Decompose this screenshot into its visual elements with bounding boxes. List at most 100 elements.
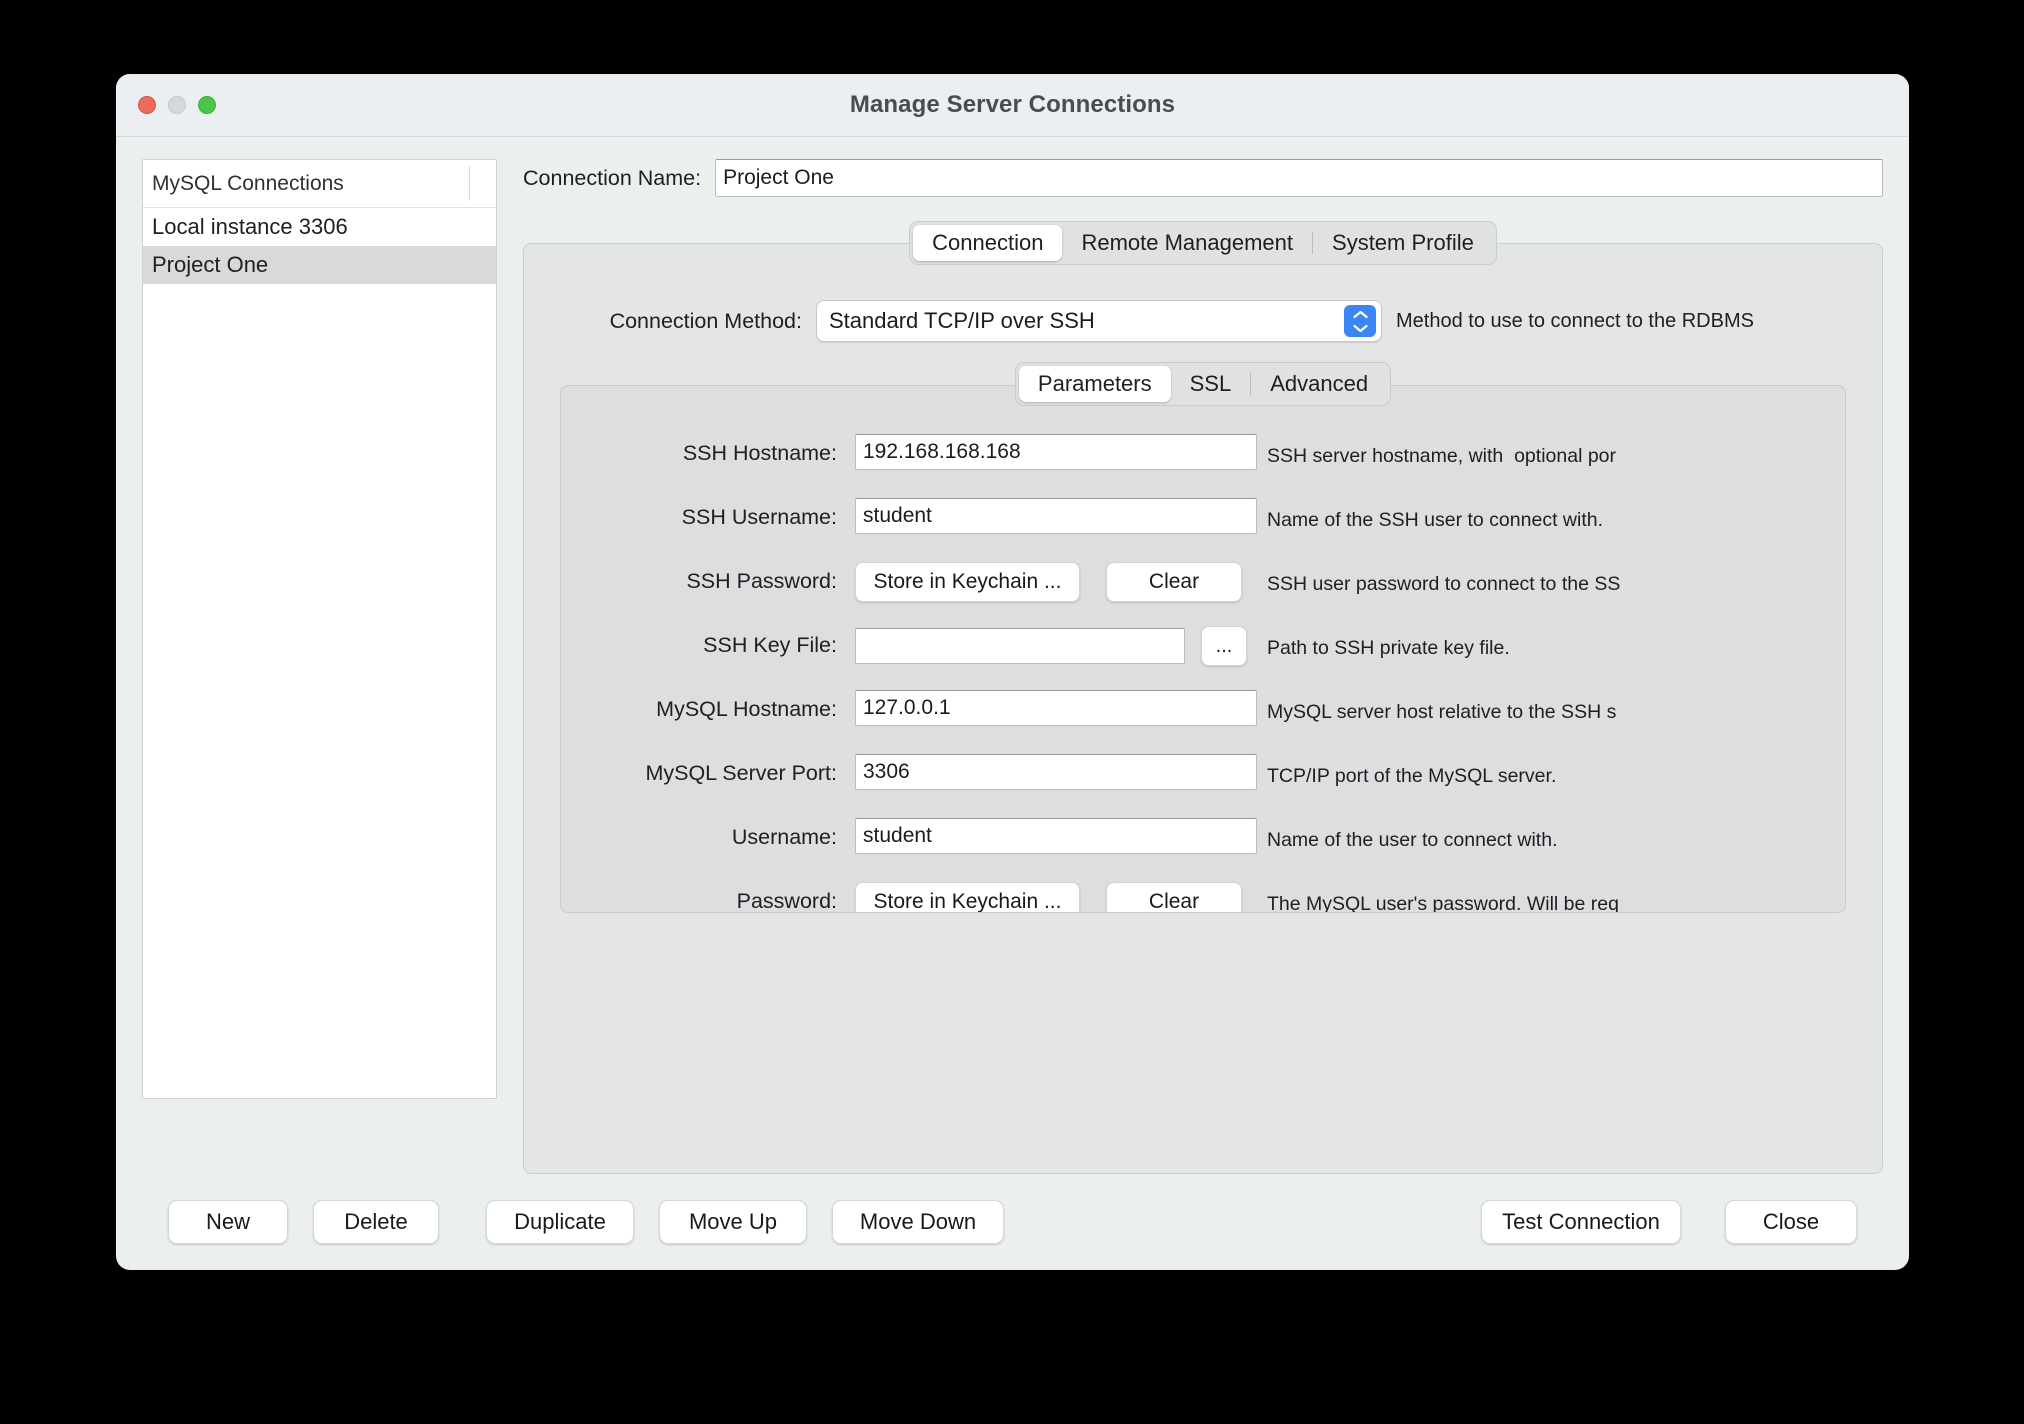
- chevron-updown-icon[interactable]: [1344, 305, 1376, 337]
- parameters-panel: SSH Hostname: 192.168.168.168 SSH server…: [560, 385, 1846, 913]
- connection-panel: Connection Method: Standard TCP/IP over …: [523, 243, 1883, 1174]
- minimize-window-icon[interactable]: [168, 96, 186, 114]
- inner-tabgroup: Parameters SSL Advanced: [1015, 362, 1391, 406]
- connection-name-input[interactable]: Project One: [715, 159, 1883, 197]
- spacer: [561, 868, 1845, 882]
- sidebar-column-divider[interactable]: [469, 166, 470, 201]
- username-field-area: student: [837, 818, 1257, 854]
- tab-remote-management[interactable]: Remote Management: [1062, 225, 1312, 261]
- test-connection-button[interactable]: Test Connection: [1481, 1200, 1681, 1244]
- connections-sidebar: MySQL Connections Local instance 3306 Pr…: [142, 159, 497, 1099]
- tab-system-profile[interactable]: System Profile: [1313, 225, 1493, 261]
- mysql-server-port-input[interactable]: 3306: [855, 754, 1257, 790]
- connection-editor: Connection Name: Project One Connection …: [523, 159, 1883, 1174]
- row-ssh-password: SSH Password: Store in Keychain ... Clea…: [561, 562, 1845, 612]
- footer-right-group: Test Connection Close: [1481, 1200, 1857, 1244]
- mysql-hostname-help: MySQL server host relative to the SSH s: [1257, 690, 1845, 725]
- sidebar-item-label: Local instance 3306: [152, 214, 348, 240]
- connection-name-row: Connection Name: Project One: [523, 159, 1883, 197]
- inner-tabstrip: Parameters SSL Advanced: [524, 362, 1882, 406]
- zoom-window-icon[interactable]: [198, 96, 216, 114]
- ssh-key-file-label: SSH Key File:: [585, 626, 837, 658]
- tab-ssl[interactable]: SSL: [1171, 366, 1251, 402]
- move-up-button[interactable]: Move Up: [659, 1200, 807, 1244]
- row-mysql-server-port: MySQL Server Port: 3306 TCP/IP port of t…: [561, 754, 1845, 804]
- ssh-key-file-field-area: ...: [837, 626, 1257, 666]
- row-ssh-username: SSH Username: student Name of the SSH us…: [561, 498, 1845, 548]
- ssh-username-label: SSH Username:: [585, 498, 837, 530]
- spacer: [561, 484, 1845, 498]
- new-button[interactable]: New: [168, 1200, 288, 1244]
- ssh-hostname-label: SSH Hostname:: [585, 434, 837, 466]
- row-username: Username: student Name of the user to co…: [561, 818, 1845, 868]
- password-help: The MySQL user's password. Will be req l…: [1257, 882, 1845, 913]
- ssh-key-file-help: Path to SSH private key file.: [1257, 626, 1845, 661]
- sidebar-item-label: Project One: [152, 252, 268, 278]
- ssh-password-store-in-keychain-button[interactable]: Store in Keychain ...: [855, 562, 1080, 602]
- mysql-hostname-input[interactable]: 127.0.0.1: [855, 690, 1257, 726]
- mysql-server-port-field-area: 3306: [837, 754, 1257, 790]
- close-button[interactable]: Close: [1725, 1200, 1857, 1244]
- manage-server-connections-window: Manage Server Connections MySQL Connecti…: [116, 74, 1909, 1270]
- ssh-hostname-help: SSH server hostname, with optional por: [1257, 434, 1845, 469]
- connections-list: Local instance 3306 Project One: [143, 208, 496, 1098]
- spacer: [561, 548, 1845, 562]
- username-label: Username:: [585, 818, 837, 850]
- connection-name-label: Connection Name:: [523, 166, 701, 191]
- connection-method-select[interactable]: Standard TCP/IP over SSH: [816, 300, 1382, 342]
- spacer: [561, 676, 1845, 690]
- password-store-in-keychain-button[interactable]: Store in Keychain ...: [855, 882, 1080, 913]
- outer-tabstrip: Connection Remote Management System Prof…: [523, 221, 1883, 265]
- connection-method-row: Connection Method: Standard TCP/IP over …: [524, 290, 1882, 342]
- connection-method-label: Connection Method:: [552, 309, 802, 334]
- outer-tabgroup: Connection Remote Management System Prof…: [909, 221, 1497, 265]
- window-title: Manage Server Connections: [116, 91, 1909, 119]
- window-titlebar: Manage Server Connections: [116, 74, 1909, 137]
- connection-method-value: Standard TCP/IP over SSH: [829, 308, 1344, 334]
- mysql-server-port-help: TCP/IP port of the MySQL server.: [1257, 754, 1845, 789]
- spacer: [561, 804, 1845, 818]
- traffic-lights: [138, 96, 216, 114]
- tab-advanced[interactable]: Advanced: [1251, 366, 1387, 402]
- spacer: [561, 612, 1845, 626]
- row-ssh-hostname: SSH Hostname: 192.168.168.168 SSH server…: [561, 434, 1845, 484]
- tab-connection[interactable]: Connection: [913, 225, 1062, 261]
- sidebar-header-label: MySQL Connections: [152, 172, 344, 196]
- sidebar-item-local-instance[interactable]: Local instance 3306: [143, 208, 496, 246]
- mysql-server-port-label: MySQL Server Port:: [585, 754, 837, 786]
- ssh-hostname-input[interactable]: 192.168.168.168: [855, 434, 1257, 470]
- duplicate-button[interactable]: Duplicate: [486, 1200, 634, 1244]
- sidebar-header: MySQL Connections: [143, 160, 496, 208]
- tab-parameters[interactable]: Parameters: [1019, 366, 1171, 402]
- mysql-hostname-field-area: 127.0.0.1: [837, 690, 1257, 726]
- username-input[interactable]: student: [855, 818, 1257, 854]
- sidebar-item-project-one[interactable]: Project One: [143, 246, 496, 284]
- spacer: [561, 740, 1845, 754]
- ssh-username-input[interactable]: student: [855, 498, 1257, 534]
- delete-button[interactable]: Delete: [313, 1200, 439, 1244]
- ssh-key-file-browse-button[interactable]: ...: [1201, 626, 1247, 666]
- ssh-password-field-area: Store in Keychain ... Clear: [837, 562, 1257, 602]
- row-password: Password: Store in Keychain ... Clear Th…: [561, 882, 1845, 913]
- ssh-username-field-area: student: [837, 498, 1257, 534]
- mysql-hostname-label: MySQL Hostname:: [585, 690, 837, 722]
- ssh-hostname-field-area: 192.168.168.168: [837, 434, 1257, 470]
- dialog-footer: New Delete Duplicate Move Up Move Down T…: [142, 1174, 1883, 1270]
- ssh-password-clear-button[interactable]: Clear: [1106, 562, 1242, 602]
- row-mysql-hostname: MySQL Hostname: 127.0.0.1 MySQL server h…: [561, 690, 1845, 740]
- ssh-password-help: SSH user password to connect to the SS: [1257, 562, 1845, 597]
- password-label: Password:: [585, 882, 837, 913]
- ssh-username-help: Name of the SSH user to connect with.: [1257, 498, 1845, 533]
- row-ssh-key-file: SSH Key File: ... Path to SSH private ke…: [561, 626, 1845, 676]
- content-row: MySQL Connections Local instance 3306 Pr…: [142, 159, 1883, 1174]
- window-body: MySQL Connections Local instance 3306 Pr…: [116, 137, 1909, 1270]
- password-clear-button[interactable]: Clear: [1106, 882, 1242, 913]
- ssh-password-label: SSH Password:: [585, 562, 837, 594]
- ssh-key-file-input[interactable]: [855, 628, 1185, 664]
- connection-method-help: Method to use to connect to the RDBMS: [1396, 310, 1754, 333]
- password-field-area: Store in Keychain ... Clear: [837, 882, 1257, 913]
- move-down-button[interactable]: Move Down: [832, 1200, 1004, 1244]
- footer-middle-group: Duplicate Move Up Move Down: [486, 1200, 1004, 1244]
- username-help: Name of the user to connect with.: [1257, 818, 1845, 853]
- close-window-icon[interactable]: [138, 96, 156, 114]
